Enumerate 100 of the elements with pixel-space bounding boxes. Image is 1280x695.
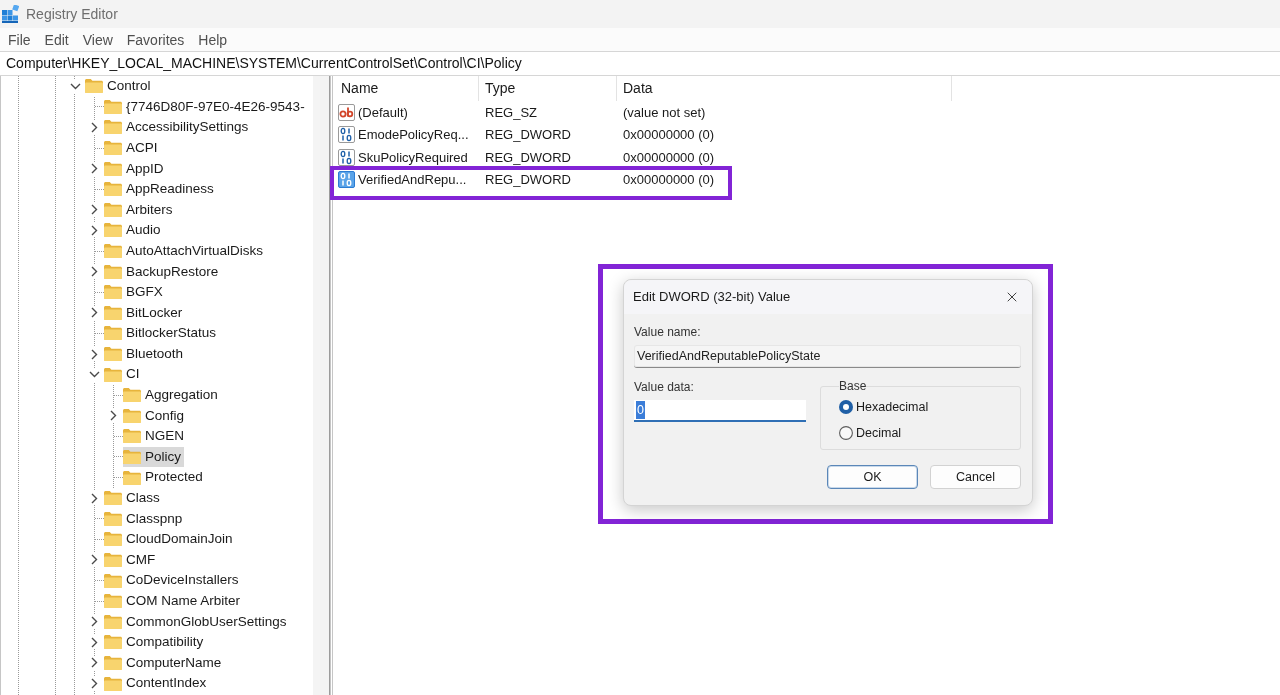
folder-icon [104, 120, 122, 135]
folder-icon [104, 594, 122, 609]
registry-cubes-icon [2, 5, 19, 23]
tree-item[interactable]: BitlockerStatus [104, 323, 220, 344]
tree-item[interactable]: Classpnp [104, 508, 186, 529]
menu-item[interactable]: File [8, 30, 31, 49]
tree-item[interactable]: Class [104, 488, 163, 509]
chevron-right-icon[interactable] [91, 307, 98, 319]
column-header[interactable]: Type [479, 76, 617, 101]
value-type: REG_DWORD [484, 126, 572, 144]
chevron-right-icon[interactable] [91, 122, 98, 133]
tree-item[interactable]: Config [123, 405, 188, 426]
tree-item[interactable]: AccessibilitySettings [104, 117, 252, 138]
chevron-right-icon[interactable] [91, 204, 98, 216]
column-header[interactable]: Name [333, 76, 479, 101]
value-name[interactable]: VerifiedAndRepu... [358, 170, 467, 190]
menu-item[interactable]: Favorites [126, 30, 185, 49]
tree-item[interactable]: Policy [123, 447, 184, 467]
radio-option[interactable]: Hexadecimal [839, 398, 1002, 417]
folder-icon [104, 676, 122, 691]
tree-item[interactable]: Arbiters [104, 199, 176, 220]
tree-item[interactable]: ContentIndex [104, 673, 210, 694]
tree-item[interactable]: COM Name Arbiter [104, 591, 244, 612]
chevron-right-icon[interactable] [91, 616, 98, 628]
menu-item[interactable]: Edit [44, 30, 69, 49]
column-header[interactable]: Data [617, 76, 952, 101]
tree-item[interactable]: ACPI [104, 138, 161, 159]
folder-icon [85, 79, 103, 94]
tree-item[interactable]: BitLocker [104, 302, 186, 323]
value-data: 0x00000000 (0) [622, 148, 715, 167]
tree-item[interactable]: AutoAttachVirtualDisks [104, 241, 267, 262]
tree-item[interactable]: BackupRestore [104, 261, 222, 282]
value-data-field[interactable]: 0 [634, 400, 806, 422]
tree-item[interactable]: {7746D80F-97E0-4E26-9543- [104, 96, 308, 117]
tree-item[interactable]: ComputerName [104, 652, 225, 673]
folder-icon [123, 470, 141, 485]
chevron-right-icon[interactable] [91, 554, 98, 566]
folder-icon [104, 141, 122, 156]
tree-item[interactable]: Protected [123, 467, 206, 488]
tree-item[interactable]: Audio [104, 220, 164, 241]
value-name[interactable]: EmodePolicyReq... [358, 125, 469, 145]
chevron-right-icon[interactable] [91, 678, 98, 689]
value-name-field[interactable]: VerifiedAndReputablePolicyState [634, 345, 1021, 368]
value-data: 0x00000000 (0) [622, 171, 715, 189]
folder-icon [104, 223, 122, 238]
tree-item[interactable]: CommonGlobUserSettings [104, 611, 290, 632]
tree-item[interactable]: AppID [104, 158, 167, 179]
value-type: REG_SZ [484, 103, 538, 122]
folder-icon [104, 552, 122, 567]
folder-icon [104, 532, 122, 547]
value-data: 0x00000000 (0) [622, 126, 715, 144]
folder-icon [104, 182, 122, 197]
radio-option[interactable]: Decimal [839, 423, 1002, 443]
folder-icon [104, 264, 122, 279]
chevron-right-icon[interactable] [110, 410, 117, 422]
chevron-down-icon[interactable] [70, 82, 81, 90]
folder-icon [104, 161, 122, 176]
address-bar[interactable]: Computer\HKEY_LOCAL_MACHINE\SYSTEM\CurrentControlSet\Control\CI\Policy [0, 51, 1280, 76]
scrollbar[interactable] [313, 76, 330, 695]
value-name[interactable]: SkuPolicyRequired [358, 147, 468, 167]
tree-item[interactable]: CloudDomainJoin [104, 529, 236, 550]
tree-item[interactable]: CI [104, 364, 143, 385]
folder-icon [104, 635, 122, 650]
chevron-right-icon[interactable] [91, 224, 98, 236]
chevron-right-icon[interactable] [91, 492, 98, 504]
chevron-right-icon[interactable] [91, 657, 98, 669]
value-name[interactable]: (Default) [358, 102, 408, 122]
folder-icon [104, 326, 122, 341]
window-title: Registry Editor [26, 4, 118, 24]
tree-item[interactable]: Bluetooth [104, 344, 187, 364]
menu-item[interactable]: Help [198, 30, 228, 49]
tree-item[interactable]: Compatibility [104, 632, 207, 653]
folder-icon [104, 285, 122, 300]
dialog-button[interactable]: OK [827, 465, 918, 489]
chevron-right-icon[interactable] [91, 266, 98, 278]
chevron-right-icon[interactable] [91, 348, 98, 360]
field-label: Value name: [634, 325, 702, 339]
field-label: Value data: [634, 380, 695, 394]
tree-item[interactable]: Control [85, 76, 154, 97]
folder-icon [104, 347, 122, 361]
menu-item[interactable]: View [82, 30, 113, 49]
folder-icon [104, 99, 122, 114]
dialog-button[interactable]: Cancel [930, 465, 1021, 489]
chevron-right-icon[interactable] [91, 636, 98, 648]
tree-item[interactable]: Aggregation [123, 385, 221, 406]
chevron-down-icon[interactable] [89, 371, 100, 379]
tree-item[interactable]: NGEN [123, 426, 187, 447]
tree-item[interactable]: CMF [104, 549, 159, 570]
tree-item[interactable]: CoDeviceInstallers [104, 570, 242, 591]
folder-icon [104, 573, 122, 588]
chevron-right-icon[interactable] [91, 163, 98, 175]
folder-icon [104, 367, 122, 382]
folder-icon [104, 511, 122, 526]
tree-item[interactable]: AppReadiness [104, 179, 217, 200]
group-label: Base [839, 379, 867, 393]
folder-icon [123, 429, 141, 444]
folder-icon [123, 408, 141, 423]
folder-icon [104, 305, 122, 320]
tree-item[interactable]: BGFX [104, 282, 166, 303]
folder-icon [104, 614, 122, 629]
